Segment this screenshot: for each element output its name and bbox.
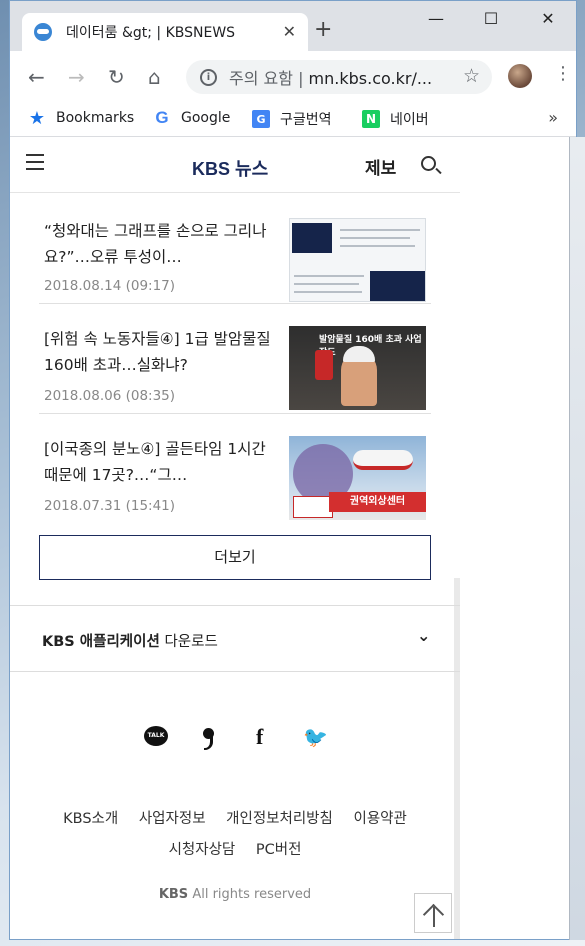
background-window-edge: [569, 137, 585, 940]
thumbnail-caption: 권역외상센터: [329, 492, 426, 512]
hamburger-menu-icon[interactable]: [26, 154, 44, 175]
report-link[interactable]: 제보: [365, 154, 396, 179]
security-text: 주의 요함: [229, 69, 293, 88]
article-date: 2018.08.06 (08:35): [44, 388, 176, 404]
bookmark-item-google[interactable]: G Google: [153, 108, 231, 127]
bookmark-label: Google: [181, 110, 231, 126]
bookmarks-bar: ★ Bookmarks G Google G 구글번역 N 네이버 »: [10, 103, 576, 137]
logo-text: KBS: [192, 159, 231, 179]
scroll-top-button[interactable]: [414, 893, 452, 933]
chevron-down-icon[interactable]: ⌄: [417, 626, 430, 645]
profile-avatar[interactable]: [508, 64, 532, 88]
app-download-suffix: 다운로드: [164, 634, 218, 650]
reload-button[interactable]: ↻: [108, 65, 125, 89]
url-text: mn.kbs.co.kr/...: [308, 69, 433, 88]
kakaostory-icon[interactable]: [200, 726, 214, 750]
article-date: 2018.07.31 (15:41): [44, 498, 176, 514]
article-thumbnail[interactable]: 권역외상센터: [289, 436, 426, 520]
browser-window: 데이터룸 &gt; | KBSNEWS ✕ + — ☐ ✕ ← → ↻ ⌂ i …: [9, 0, 577, 940]
article-date: 2018.08.14 (09:17): [44, 278, 176, 294]
tab-title: 데이터룸 &gt; | KBSNEWS: [66, 25, 236, 41]
translate-icon: G: [252, 110, 270, 128]
article-thumbnail[interactable]: 발암물질 160배 초과 사업장도: [289, 326, 426, 410]
bookmarks-more-icon[interactable]: »: [548, 108, 558, 127]
title-bar: 데이터룸 &gt; | KBSNEWS ✕ + — ☐ ✕: [10, 1, 576, 51]
bookmark-item-naver[interactable]: N 네이버: [362, 109, 429, 129]
list-item[interactable]: [이국종의 분노④] 골든타임 1시간 때문에 17곳?…“그… 2018.07…: [39, 414, 431, 524]
social-links: TALK f 🐦: [10, 726, 460, 756]
browser-tab[interactable]: 데이터룸 &gt; | KBSNEWS ✕: [22, 13, 308, 51]
google-icon: G: [155, 108, 169, 127]
article-thumbnail[interactable]: [289, 218, 426, 302]
kbs-favicon-icon: [34, 23, 52, 41]
footer-link-privacy[interactable]: 개인정보처리방침: [226, 811, 333, 827]
naver-icon: N: [362, 110, 380, 128]
kbs-news-logo[interactable]: KBS 뉴스: [192, 155, 268, 181]
footer-link-business[interactable]: 사업자정보: [139, 811, 206, 827]
bookmark-label: 구글번역: [280, 112, 332, 128]
list-item[interactable]: “청와대는 그래프를 손으로 그리나요?”…오류 투성이… 2018.08.14…: [39, 194, 431, 304]
article-title[interactable]: [위험 속 노동자들④] 1급 발암물질 160배 초과…실화냐?: [44, 326, 276, 378]
copyright-brand: KBS: [158, 887, 189, 902]
bookmark-star-icon[interactable]: ☆: [463, 65, 480, 87]
info-icon[interactable]: i: [200, 68, 217, 86]
close-window-button[interactable]: ✕: [528, 9, 568, 28]
site-header: KBS 뉴스 제보: [10, 138, 460, 193]
copyright-text: All rights reserved: [192, 887, 312, 902]
separator: |: [298, 69, 304, 88]
facebook-icon[interactable]: f: [256, 726, 263, 748]
menu-dots-icon[interactable]: ⋮: [554, 63, 572, 84]
footer-link-about[interactable]: KBS소개: [63, 811, 118, 827]
list-item[interactable]: [위험 속 노동자들④] 1급 발암물질 160배 초과…실화냐? 2018.0…: [39, 304, 431, 414]
logo-sub-text: 뉴스: [235, 159, 269, 179]
more-button[interactable]: 더보기: [39, 535, 431, 580]
page-content: KBS 뉴스 제보 “청와대는 그래프를 손으로 그리나요?”…오류 투성이… …: [10, 138, 460, 939]
search-icon[interactable]: [421, 156, 436, 171]
close-tab-icon[interactable]: ✕: [283, 22, 296, 41]
footer-link-pc[interactable]: PC버전: [256, 842, 302, 858]
app-download-toggle[interactable]: KBS 애플리케이션 다운로드 ⌄: [10, 606, 460, 672]
browser-toolbar: ← → ↻ ⌂ i 주의 요함 | mn.kbs.co.kr/... ☆ ⋮: [10, 51, 576, 103]
star-icon: ★: [28, 107, 46, 129]
article-title[interactable]: “청와대는 그래프를 손으로 그리나요?”…오류 투성이…: [44, 218, 276, 270]
bookmark-label: 네이버: [390, 112, 429, 128]
maximize-button[interactable]: ☐: [471, 9, 511, 28]
footer-link-terms[interactable]: 이용약관: [353, 811, 406, 827]
footer-link-viewer[interactable]: 시청자상담: [169, 842, 236, 858]
back-button[interactable]: ←: [28, 65, 45, 89]
kakaotalk-icon[interactable]: TALK: [144, 726, 168, 746]
app-download-label: KBS 애플리케이션 다운로드: [42, 630, 218, 651]
app-download-prefix: KBS 애플리케이션: [42, 634, 160, 650]
footer-links: KBS소개 사업자정보 개인정보처리방침 이용약관 시청자상담 PC버전: [10, 804, 460, 866]
minimize-button[interactable]: —: [416, 9, 456, 28]
article-title[interactable]: [이국종의 분노④] 골든타임 1시간 때문에 17곳?…“그…: [44, 436, 276, 488]
bookmark-item-translate[interactable]: G 구글번역: [252, 109, 332, 129]
bookmark-label: Bookmarks: [56, 110, 135, 126]
security-label: 주의 요함 | mn.kbs.co.kr/...: [229, 65, 432, 89]
forward-button[interactable]: →: [68, 65, 85, 89]
home-button[interactable]: ⌂: [148, 65, 161, 89]
bookmark-item-bookmarks[interactable]: ★ Bookmarks: [28, 107, 135, 129]
copyright: KBS All rights reserved: [10, 887, 460, 902]
article-list: “청와대는 그래프를 손으로 그리나요?”…오류 투성이… 2018.08.14…: [39, 194, 431, 524]
new-tab-button[interactable]: +: [314, 17, 332, 42]
address-bar[interactable]: i 주의 요함 | mn.kbs.co.kr/... ☆: [186, 60, 492, 94]
twitter-icon[interactable]: 🐦: [303, 726, 328, 748]
